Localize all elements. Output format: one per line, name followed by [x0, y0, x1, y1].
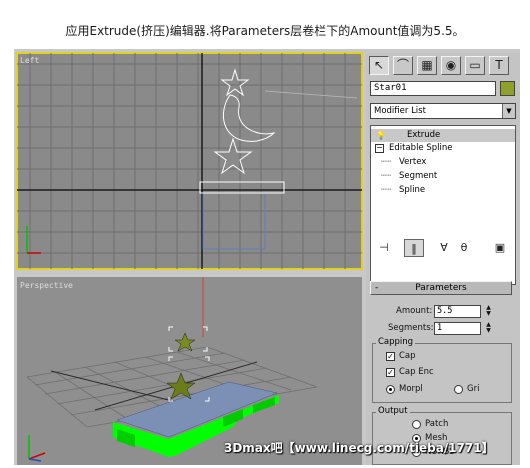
patch-label: Patch: [425, 419, 449, 429]
patch-radio[interactable]: [412, 420, 421, 429]
morph-radio[interactable]: [386, 385, 395, 394]
tree-line-icon: ┄┄: [381, 185, 392, 195]
morph-label: Morpl: [399, 384, 423, 394]
segments-field[interactable]: 1: [434, 322, 481, 335]
pointer-icon[interactable]: ↖: [369, 56, 389, 75]
object-color-swatch[interactable]: [500, 81, 515, 96]
grid-label: Gri: [467, 384, 480, 394]
object-name-field[interactable]: Star01: [370, 81, 496, 96]
left-viewport-grid: [17, 53, 362, 269]
configure-sets-icon[interactable]: ▣: [490, 239, 510, 257]
remove-modifier-icon[interactable]: θ: [454, 239, 474, 257]
segments-spinner-icon[interactable]: ▲ ▼: [484, 322, 493, 335]
command-panel: ↖ ⌒ ▦ ◉ ▭ T Star01 Modifier List ▼ 💡 Ext…: [366, 53, 520, 465]
modifier-list-dropdown[interactable]: Modifier List ▼: [370, 103, 516, 119]
show-end-result-icon[interactable]: ‖: [404, 239, 424, 257]
modifier-list-label: Modifier List: [374, 106, 426, 116]
parameters-rollout-header[interactable]: - Parameters: [370, 281, 512, 295]
stack-item-label: Editable Spline: [389, 143, 453, 153]
tree-line-icon: ┄┄: [381, 171, 392, 181]
parameters-title: Parameters: [415, 283, 467, 293]
stack-item-extrude[interactable]: 💡 Extrude: [371, 129, 515, 142]
cap-start-label: Cap: [399, 351, 416, 361]
cap-end-checkbox[interactable]: ✓: [386, 368, 395, 377]
motion-icon[interactable]: ◉: [441, 56, 461, 75]
stack-item-label: Extrude: [407, 130, 441, 140]
display-icon[interactable]: ▭: [465, 56, 485, 75]
cap-start-checkbox[interactable]: ✓: [386, 352, 395, 361]
left-viewport-label[interactable]: Left: [20, 56, 39, 65]
stack-item-label: Segment: [399, 171, 438, 181]
segments-label: Segments:: [388, 323, 434, 333]
grid-radio[interactable]: [454, 385, 463, 394]
collapse-icon[interactable]: −: [375, 144, 384, 153]
hierarchy-icon[interactable]: ▦: [417, 56, 437, 75]
output-title: Output: [376, 406, 410, 416]
perspective-viewport-label[interactable]: Perspective: [20, 281, 73, 290]
curve-icon[interactable]: ⌒: [393, 56, 413, 75]
utilities-icon[interactable]: T: [489, 56, 509, 75]
chevron-down-icon[interactable]: ▼: [502, 104, 515, 118]
amount-label: Amount:: [396, 306, 433, 316]
caption-text: 应用Extrude(挤压)编辑器.将Parameters层卷栏下的Amount值…: [65, 24, 465, 38]
amount-field[interactable]: 5.5: [434, 305, 481, 318]
collapse-icon[interactable]: -: [375, 282, 378, 294]
left-viewport[interactable]: Left: [16, 52, 363, 270]
axis-gizmo-icon: [28, 435, 46, 462]
capping-title: Capping: [376, 337, 416, 347]
cap-end-label: Cap Enc: [399, 367, 434, 377]
tree-line-icon: ┄┄: [381, 157, 392, 167]
perspective-viewport[interactable]: Perspective: [17, 277, 362, 465]
lightbulb-icon[interactable]: 💡: [376, 129, 386, 142]
stack-item-label: Spline: [399, 185, 426, 195]
modifier-stack[interactable]: 💡 Extrude − Editable Spline ┄┄ Vertex ┄┄…: [370, 125, 516, 285]
axis-gizmo-icon: [26, 226, 41, 254]
amount-spinner-icon[interactable]: ▲ ▼: [484, 305, 493, 318]
watermark-text: 3Dmax吧【www.linecg.com/tieba/1771】: [224, 441, 494, 455]
stack-item-label: Vertex: [399, 157, 427, 167]
make-unique-icon[interactable]: ∀: [434, 239, 454, 257]
pin-stack-icon[interactable]: ⊣: [374, 239, 394, 257]
perspective-scene: [26, 277, 318, 457]
